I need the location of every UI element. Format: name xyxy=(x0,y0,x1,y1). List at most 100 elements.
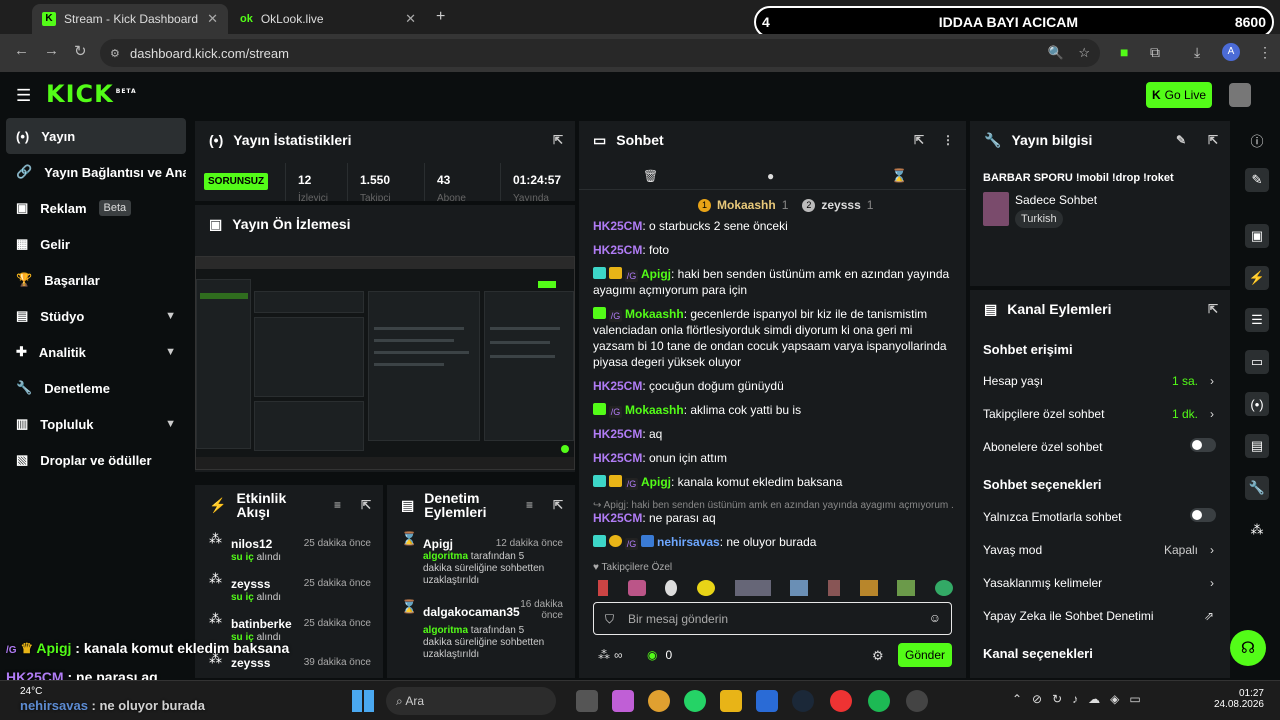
chat-username[interactable]: nehirsavas xyxy=(657,535,720,549)
info-icon[interactable]: ⓘ xyxy=(1245,128,1269,152)
chat-settings-gear-icon[interactable]: ⚙ xyxy=(872,648,884,664)
list-icon[interactable]: ☰ xyxy=(1245,308,1269,332)
chat-bubble-icon[interactable]: ● xyxy=(767,169,774,183)
hourglass-icon[interactable]: ⌛ xyxy=(891,168,907,184)
menu-dots-icon[interactable]: ⋮ xyxy=(1258,44,1272,61)
kick-extension-icon[interactable]: ■ xyxy=(1120,44,1128,60)
new-tab-icon[interactable]: + xyxy=(436,8,445,26)
account-age-row[interactable]: Hesap yaşı 1 sa. › xyxy=(983,374,1216,388)
emote-icon[interactable] xyxy=(859,580,878,596)
zoom-icon[interactable]: 🔍 xyxy=(1048,45,1064,61)
moderated-user[interactable]: Apigj xyxy=(423,537,453,551)
trash-icon[interactable]: 🗑 xyxy=(643,169,658,183)
chat-username[interactable]: Mokaashh xyxy=(625,403,684,417)
sidebar-item-yayin[interactable]: (•) Yayın xyxy=(6,118,186,154)
activity-user[interactable]: zeysss xyxy=(231,577,270,591)
folder-icon[interactable] xyxy=(720,690,742,712)
preview-icon[interactable]: ▣ xyxy=(1245,224,1269,248)
windows-start-icon[interactable] xyxy=(352,690,374,712)
go-live-button[interactable]: K Go Live xyxy=(1146,82,1212,108)
reload-icon[interactable]: ↻ xyxy=(74,42,87,60)
emote-icon[interactable] xyxy=(790,580,809,596)
popout-icon[interactable]: ⇱ xyxy=(1208,302,1218,316)
activity-user[interactable]: batinberke xyxy=(231,617,292,631)
popout-icon[interactable]: ⇱ xyxy=(553,133,563,147)
leader-name[interactable]: zeysss xyxy=(821,198,860,212)
sidebar-item-stream-key[interactable]: 🔗 Yayın Bağlantısı ve Anahtarı xyxy=(6,154,186,190)
emote-only-toggle[interactable] xyxy=(1190,508,1216,522)
channel-points[interactable]: ◉ 0 xyxy=(647,648,672,662)
forward-arrow-icon[interactable]: → xyxy=(44,42,59,59)
activity-user[interactable]: nilos12 xyxy=(231,537,272,551)
channel-actions-icon[interactable]: ▤ xyxy=(1245,434,1269,458)
edit-pencil-icon[interactable]: ✎ xyxy=(1176,133,1186,147)
chat-username[interactable]: HK25CM xyxy=(593,427,642,441)
sidebar-item-moderation[interactable]: 🔧 Denetleme xyxy=(6,370,186,406)
bookmark-star-icon[interactable]: ☆ xyxy=(1078,45,1090,61)
hamburger-menu-icon[interactable]: ☰ xyxy=(16,86,31,106)
sidebar-item-drops[interactable]: ▧ Droplar ve ödüller xyxy=(6,442,186,478)
sidebar-item-revenue[interactable]: ▦ Gelir xyxy=(6,226,186,262)
more-options-icon[interactable]: ⋮ xyxy=(942,133,954,147)
sidebar-item-analytics[interactable]: ✚ Analitik ▼ xyxy=(6,334,186,370)
clock[interactable]: 01:27 24.08.2026 xyxy=(1212,688,1264,710)
sidebar-item-studio[interactable]: ▤ Stüdyo ▼ xyxy=(6,298,186,334)
filter-icon[interactable]: ≡ xyxy=(334,498,341,512)
slow-mode-row[interactable]: Yavaş mod Kapalı › xyxy=(983,543,1216,557)
emote-icon[interactable] xyxy=(696,580,715,596)
broadcast-icon[interactable]: (•) xyxy=(1245,392,1269,416)
chat-username[interactable]: Mokaashh xyxy=(625,307,684,321)
whatsapp-icon[interactable] xyxy=(684,690,706,712)
stream-preview-video[interactable] xyxy=(195,256,575,470)
wrench-icon[interactable]: 🔧 xyxy=(1245,476,1269,500)
filter-icon[interactable]: ≡ xyxy=(526,498,533,512)
download-icon[interactable]: ⤓ xyxy=(1194,44,1200,61)
profile-avatar[interactable]: A xyxy=(1222,43,1240,61)
chat-infinity-setting[interactable]: ⁂ ∞ xyxy=(598,648,623,662)
chat-username[interactable]: HK25CM xyxy=(593,451,642,465)
emote-icon[interactable] xyxy=(897,580,916,596)
chat-icon[interactable]: ▭ xyxy=(1245,350,1269,374)
chrome-icon[interactable] xyxy=(648,690,670,712)
spotify-icon[interactable] xyxy=(868,690,890,712)
taskbar-search[interactable]: ⌕ Ara xyxy=(386,687,556,715)
sidebar-item-ads[interactable]: ▣ Reklam Beta xyxy=(6,190,186,226)
emote-icon[interactable] xyxy=(665,580,678,596)
emote-icon[interactable] xyxy=(934,580,953,596)
steam-icon[interactable] xyxy=(792,690,814,712)
system-tray-icons[interactable]: ⌃⊘↻♪☁◈▭ xyxy=(1012,692,1151,706)
lightning-icon[interactable]: ⚡ xyxy=(1245,266,1269,290)
chat-username[interactable]: HK25CM xyxy=(593,379,642,393)
leader-name[interactable]: Mokaashh xyxy=(717,198,776,212)
address-bar[interactable]: ⚙ dashboard.kick.com/stream 🔍 ☆ xyxy=(100,39,1100,67)
close-tab-icon[interactable]: ✕ xyxy=(405,11,416,27)
moderated-user[interactable]: dalgakocaman35 xyxy=(423,605,520,619)
rewards-icon[interactable]: ⁂ xyxy=(1245,518,1269,542)
opera-icon[interactable] xyxy=(830,690,852,712)
emote-icon[interactable] xyxy=(827,580,840,596)
emote-icon[interactable] xyxy=(627,580,646,596)
popout-icon[interactable]: ⇱ xyxy=(914,133,924,147)
close-tab-icon[interactable]: ✕ xyxy=(207,11,218,27)
kick-logo[interactable]: KICK BETA xyxy=(46,80,137,108)
file-explorer-icon[interactable] xyxy=(576,690,598,712)
emote-icon[interactable] xyxy=(598,580,608,596)
back-arrow-icon[interactable]: ← xyxy=(14,42,29,59)
chat-username[interactable]: Apigj xyxy=(641,267,671,281)
browser-tab-kick[interactable]: K Stream - Kick Dashboard ✕ xyxy=(32,4,228,34)
banned-words-row[interactable]: Yasaklanmış kelimeler › xyxy=(983,576,1216,590)
chat-username[interactable]: HK25CM xyxy=(593,243,642,257)
copilot-icon[interactable] xyxy=(612,690,634,712)
popout-icon[interactable]: ⇱ xyxy=(361,498,371,512)
chat-username[interactable]: HK25CM xyxy=(593,511,642,525)
chat-message-input[interactable]: ⛉ Bir mesaj gönderin ☺ xyxy=(593,602,952,635)
stream-category[interactable]: Sadece Sohbet xyxy=(1015,193,1097,207)
store-icon[interactable] xyxy=(756,690,778,712)
user-avatar[interactable] xyxy=(1229,83,1251,107)
emote-icon[interactable] xyxy=(734,580,771,596)
chat-username[interactable]: HK25CM xyxy=(593,219,642,233)
support-headset-button[interactable]: ☊ xyxy=(1230,630,1266,666)
popout-icon[interactable]: ⇱ xyxy=(1208,133,1218,147)
followers-chat-row[interactable]: Takipçilere özel sohbet 1 dk. › xyxy=(983,407,1216,421)
sidebar-item-achievements[interactable]: 🏆 Başarılar xyxy=(6,262,186,298)
